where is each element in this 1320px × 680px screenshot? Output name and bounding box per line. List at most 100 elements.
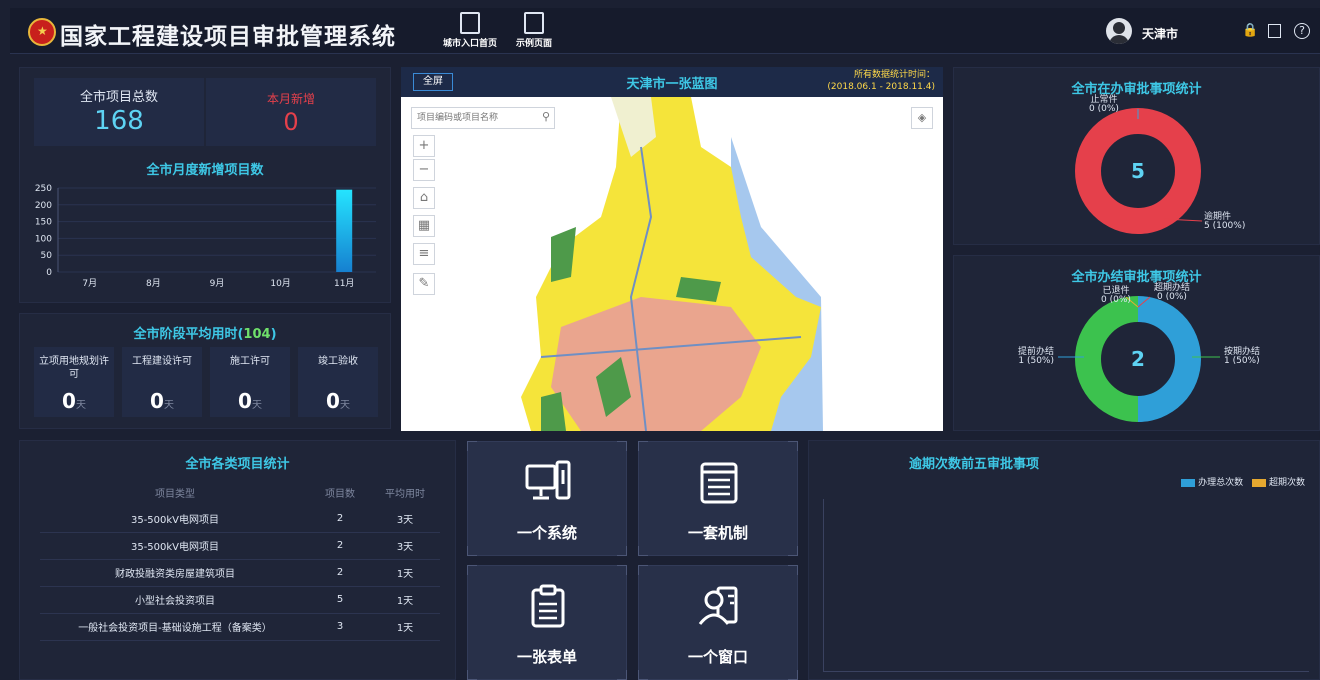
table-row[interactable]: 财政投融资类房屋建筑项目 2 1天 xyxy=(40,559,440,587)
x-tick-label: 11月 xyxy=(334,278,354,289)
home-icon[interactable]: ⌂ xyxy=(413,187,435,209)
row-type-cell: 一般社会投资项目-基础设施工程（备案类） xyxy=(40,613,310,641)
summary-panel: 全市项目总数 168 本月新增 0 全市月度新增项目数 0 50 100 150 200… xyxy=(19,67,391,303)
row-count-cell: 3 xyxy=(310,613,370,641)
column-header-type: 项目类型 xyxy=(155,488,195,500)
project-stats-table: 项目类型 项目数 平均用时 35-500kV电网项目 2 3天 35-500kV电网项… xyxy=(40,479,440,641)
contact-card-icon xyxy=(694,584,744,634)
legend-overdue-label: 超期次数 xyxy=(1268,478,1305,488)
map-canvas[interactable] xyxy=(401,97,943,431)
feature-card[interactable]: 一个系统 xyxy=(467,441,627,556)
national-emblem-icon: ★ xyxy=(28,18,56,46)
stage-label: 立项用地规划许可 xyxy=(39,356,109,380)
y-tick-label: 150 xyxy=(35,218,52,228)
stat-time-info: 所有数据统计时间： (2018.06.1 - 2018.11.4) xyxy=(827,69,935,93)
corner-bracket xyxy=(638,670,648,680)
search-icon[interactable]: ⚲ xyxy=(542,110,550,123)
legend-overdue-swatch xyxy=(1251,478,1266,487)
nav-example-page-button[interactable]: 示例页面 xyxy=(504,12,564,52)
total-projects-box: 全市项目总数 168 xyxy=(34,78,204,146)
table-row[interactable]: 一般社会投资项目-基础设施工程（备案类） 3 1天 xyxy=(40,613,440,641)
corner-bracket xyxy=(788,546,798,556)
stage-unit: 天 xyxy=(251,400,262,411)
map-search-box[interactable]: ⚲ xyxy=(411,107,555,129)
in-progress-panel: 全市在办审批事项统计 5 止常件 0 (0%) 逾期件 5 (100%) xyxy=(953,67,1320,245)
corner-bracket xyxy=(617,670,627,680)
stage-box[interactable]: 工程建设许可 0天 xyxy=(122,347,202,417)
top5-legend: 办理总次数 超期次数 xyxy=(1181,475,1305,488)
zoom-in-button[interactable]: + xyxy=(413,135,435,157)
corner-bracket xyxy=(467,670,477,680)
zoom-out-button[interactable]: − xyxy=(413,159,435,181)
legend-total-swatch xyxy=(1181,478,1196,487)
table-row[interactable]: 35-500kV电网项目 2 3天 xyxy=(40,505,440,533)
list-icon[interactable]: ≡ xyxy=(413,243,435,265)
monthly-bar-chart: 0 50 100 150 200 250 7月 8月 9月 10月 11月 xyxy=(35,184,376,289)
stage-label: 竣工验收 xyxy=(318,356,358,367)
computer-icon xyxy=(523,460,573,508)
x-tick-label: 9月 xyxy=(210,278,225,289)
building-icon xyxy=(460,12,480,34)
layers-icon[interactable]: ◈ xyxy=(911,107,933,129)
row-count-cell: 2 xyxy=(310,532,370,560)
blueprint-map[interactable]: 全屏 天津市一张蓝图 所有数据统计时间： (2018.06.1 - 2018.1… xyxy=(401,67,943,431)
bar xyxy=(336,189,353,272)
table-row[interactable]: 35-500kV电网项目 2 3天 xyxy=(40,532,440,560)
corner-bracket xyxy=(638,546,648,556)
y-tick-label: 250 xyxy=(35,184,52,194)
y-tick-label: 100 xyxy=(35,234,52,244)
nav-city-home-label: 城市入口首页 xyxy=(442,39,497,49)
corner-bracket xyxy=(467,441,477,451)
corner-bracket xyxy=(788,441,798,451)
map-search-input[interactable] xyxy=(412,108,532,128)
row-avg-time-cell: 1天 xyxy=(370,559,440,587)
stage-unit: 天 xyxy=(163,400,174,411)
stage-title-suffix: ) xyxy=(270,327,277,342)
completed-panel: 全市办结审批事项统计 2 提前办结 1 (50%) 按期办结 1 (50%) 已退件 0 (… xyxy=(953,255,1320,431)
corner-bracket xyxy=(788,670,798,680)
nav-example-page-label: 示例页面 xyxy=(515,39,552,49)
corner-bracket xyxy=(638,565,648,575)
pencil-icon[interactable]: ✎ xyxy=(413,273,435,295)
corner-bracket xyxy=(467,565,477,575)
donut-percent-label: 1 (50%) xyxy=(1018,356,1054,366)
feature-card[interactable]: 一套机制 xyxy=(638,441,798,556)
x-tick-label: 8月 xyxy=(146,278,161,289)
legend-total-label: 办理总次数 xyxy=(1198,478,1244,488)
stage-unit: 天 xyxy=(75,400,86,411)
stage-value: 0 xyxy=(326,389,340,413)
row-avg-time-cell: 1天 xyxy=(370,613,440,641)
table-header-row: 项目类型 项目数 平均用时 xyxy=(40,479,440,505)
stage-title-value: 104 xyxy=(243,327,271,342)
feature-card-label: 一张表单 xyxy=(516,648,577,666)
stage-box[interactable]: 立项用地规划许可 0天 xyxy=(34,347,114,417)
logout-icon[interactable] xyxy=(1268,24,1281,38)
user-avatar[interactable] xyxy=(1106,18,1132,44)
stage-box[interactable]: 竣工验收 0天 xyxy=(298,347,378,417)
feature-card[interactable]: 一张表单 xyxy=(467,565,627,680)
donut-center-value: 2 xyxy=(1131,347,1145,371)
feature-card[interactable]: 一个窗口 xyxy=(638,565,798,680)
stage-box[interactable]: 施工许可 0天 xyxy=(210,347,290,417)
stage-value: 0 xyxy=(150,389,164,413)
row-type-cell: 35-500kV电网项目 xyxy=(40,505,310,533)
row-count-cell: 2 xyxy=(310,559,370,587)
user-name[interactable]: 天津市 xyxy=(1142,25,1178,42)
lock-icon[interactable]: 🔒 xyxy=(1242,23,1258,39)
new-this-month-value: 0 xyxy=(283,108,299,136)
y-tick-label: 0 xyxy=(46,268,52,278)
row-avg-time-cell: 1天 xyxy=(370,586,440,614)
row-avg-time-cell: 3天 xyxy=(370,505,440,533)
stage-value: 0 xyxy=(62,389,76,413)
stage-time-title: 全市阶段平均用时(104) xyxy=(20,323,390,342)
row-count-cell: 5 xyxy=(310,586,370,614)
column-header-count: 项目数 xyxy=(325,488,355,500)
help-icon[interactable]: ? xyxy=(1294,23,1310,39)
project-stats-panel: 全市各类项目统计 项目类型 项目数 平均用时 35-500kV电网项目 2 3天 35… xyxy=(19,440,456,680)
row-avg-time-cell: 3天 xyxy=(370,532,440,560)
new-this-month-box: 本月新增 0 xyxy=(206,78,376,146)
table-row[interactable]: 小型社会投资项目 5 1天 xyxy=(40,586,440,614)
project-stats-title: 全市各类项目统计 xyxy=(185,457,290,472)
grid-icon[interactable]: ▦ xyxy=(413,215,435,237)
nav-city-home-button[interactable]: 城市入口首页 xyxy=(440,12,500,52)
